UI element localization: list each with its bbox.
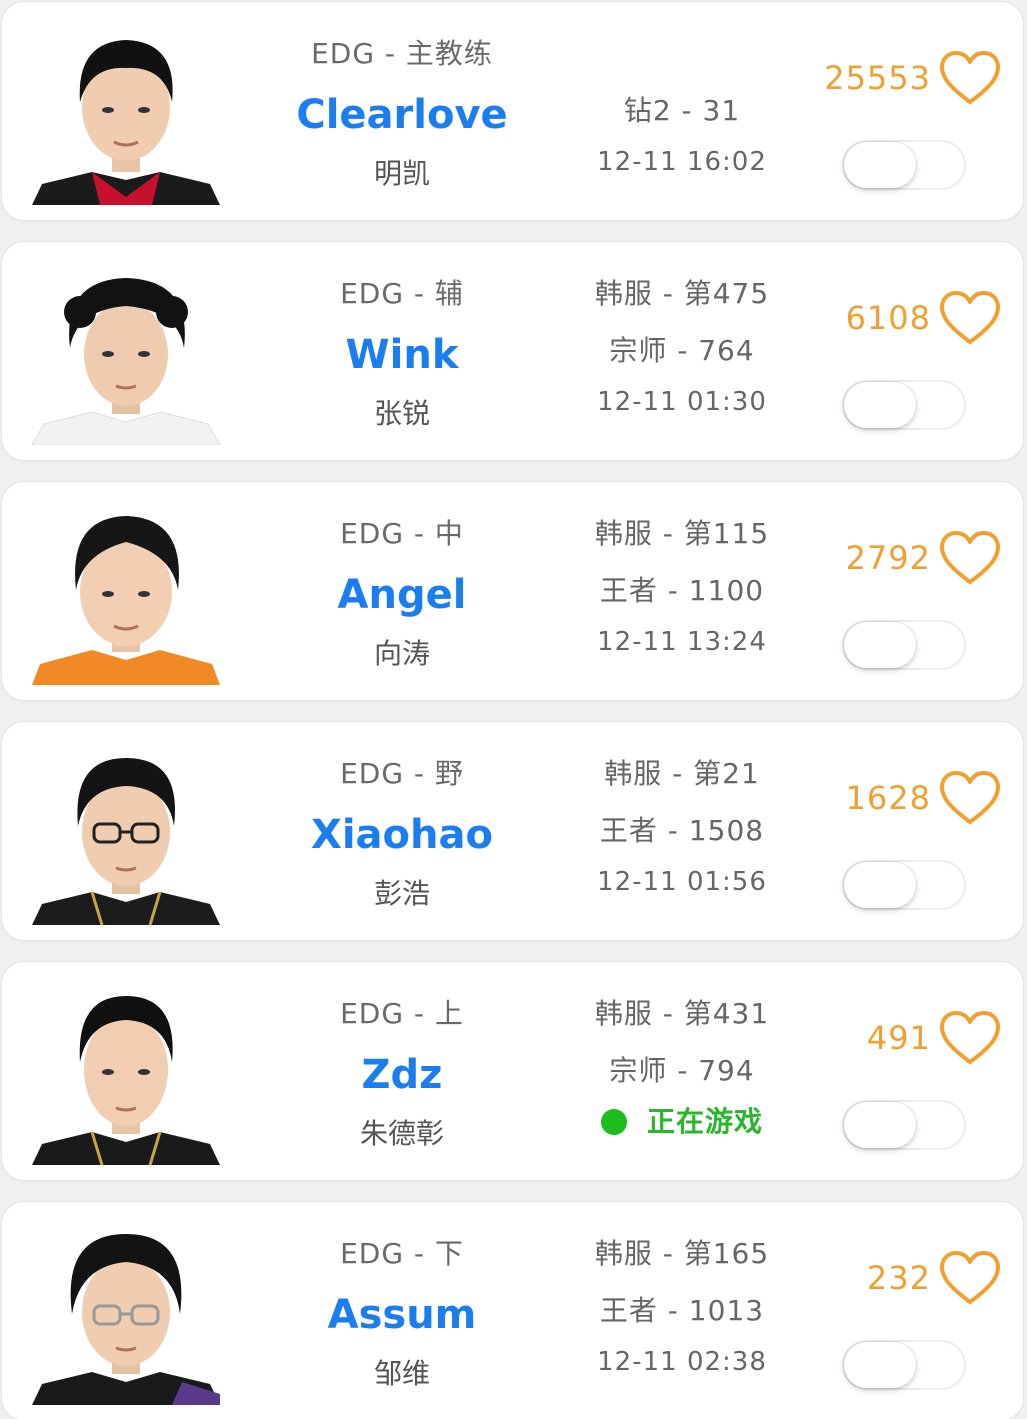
like-group[interactable]: 2792 [846,530,1001,586]
player-avatar [32,22,220,205]
player-list: EDG - 主教练 Clearlove 明凯 钻2 - 31 12-11 16:… [0,0,1027,1419]
notify-toggle[interactable] [842,1100,966,1150]
player-identity: EDG - 主教练 Clearlove 明凯 [252,2,552,220]
like-count: 2792 [845,539,931,577]
team-position: EDG - 下 [340,1237,464,1270]
rank-line: 韩服 - 第475 [594,277,770,310]
notify-toggle[interactable] [842,1340,966,1390]
like-count: 25553 [824,59,931,97]
rank-line: 王者 - 1508 [599,814,765,847]
rank-info: 韩服 - 第115 王者 - 1100 12-11 13:24 [562,482,802,700]
toggle-knob [844,1342,916,1388]
player-real-name: 向涛 [373,637,430,670]
toggle-knob [844,622,916,668]
last-seen-time: 12-11 02:38 [597,1347,767,1377]
last-seen-time: 12-11 13:24 [597,627,767,657]
rank-line: 宗师 - 794 [609,1054,755,1087]
like-group[interactable]: 6108 [846,290,1001,346]
heart-icon[interactable] [939,1250,1001,1306]
rank-line: 韩服 - 第115 [594,517,770,550]
player-nickname[interactable]: Wink [252,332,552,378]
heart-icon[interactable] [939,290,1001,346]
last-seen-time: 12-11 01:56 [597,867,767,897]
rank-line: 韩服 - 第165 [594,1237,770,1270]
rank-line: 钻2 - 31 [623,94,741,127]
live-status: 正在游戏 [562,1100,802,1140]
team-position: EDG - 中 [340,517,464,550]
like-group[interactable]: 1628 [846,770,1001,826]
rank-line: 韩服 - 第431 [594,997,770,1030]
player-nickname[interactable]: Xiaohao [252,812,552,858]
rank-info: 韩服 - 第475 宗师 - 764 12-11 01:30 [562,242,802,460]
heart-icon[interactable] [939,1010,1001,1066]
player-real-name: 明凯 [373,157,430,190]
player-card[interactable]: EDG - 野 Xiaohao 彭浩 韩服 - 第21 王者 - 1508 12… [2,722,1023,940]
player-real-name: 朱德彰 [359,1117,444,1150]
notify-toggle[interactable] [842,380,966,430]
player-real-name: 张锐 [373,397,430,430]
team-position: EDG - 野 [340,757,464,790]
live-dot-icon [600,1109,627,1135]
player-avatar [32,982,220,1165]
rank-line: 王者 - 1100 [599,574,765,607]
rank-line: 宗师 - 764 [609,334,755,367]
player-nickname[interactable]: Angel [252,572,552,618]
heart-icon[interactable] [939,50,1001,106]
like-group[interactable]: 491 [867,1010,1001,1066]
rank-info: 韩服 - 第431 宗师 - 794 正在游戏 [562,962,802,1180]
player-card[interactable]: EDG - 辅 Wink 张锐 韩服 - 第475 宗师 - 764 12-11… [2,242,1023,460]
rank-info: 韩服 - 第21 王者 - 1508 12-11 01:56 [562,722,802,940]
like-count: 491 [866,1019,931,1057]
player-identity: EDG - 下 Assum 邹维 [252,1202,552,1419]
player-card[interactable]: EDG - 中 Angel 向涛 韩服 - 第115 王者 - 1100 12-… [2,482,1023,700]
toggle-knob [844,1102,916,1148]
player-avatar [32,742,220,925]
rank-line: 王者 - 1013 [599,1294,765,1327]
rank-info: 韩服 - 第165 王者 - 1013 12-11 02:38 [562,1202,802,1419]
heart-icon[interactable] [939,530,1001,586]
player-nickname[interactable]: Zdz [252,1052,552,1098]
player-real-name: 彭浩 [373,877,430,910]
player-real-name: 邹维 [373,1357,430,1390]
team-position: EDG - 上 [340,997,464,1030]
team-position: EDG - 主教练 [311,37,493,70]
rank-line: 韩服 - 第21 [604,757,760,790]
player-identity: EDG - 辅 Wink 张锐 [252,242,552,460]
like-count: 1628 [845,779,931,817]
team-position: EDG - 辅 [340,277,464,310]
notify-toggle[interactable] [842,860,966,910]
last-seen-time: 12-11 16:02 [597,147,767,177]
heart-icon[interactable] [939,770,1001,826]
player-avatar [32,262,220,445]
player-identity: EDG - 上 Zdz 朱德彰 [252,962,552,1180]
player-nickname[interactable]: Assum [252,1292,552,1338]
toggle-knob [844,862,916,908]
last-seen-time: 12-11 01:30 [597,387,767,417]
like-count: 232 [866,1259,931,1297]
player-card[interactable]: EDG - 主教练 Clearlove 明凯 钻2 - 31 12-11 16:… [2,2,1023,220]
rank-info: 钻2 - 31 12-11 16:02 [562,2,802,220]
live-status-label: 正在游戏 [646,1105,763,1138]
player-avatar [32,1222,220,1405]
player-nickname[interactable]: Clearlove [252,92,552,138]
like-group[interactable]: 25553 [824,50,1001,106]
notify-toggle[interactable] [842,620,966,670]
like-group[interactable]: 232 [867,1250,1001,1306]
player-identity: EDG - 野 Xiaohao 彭浩 [252,722,552,940]
player-avatar [32,502,220,685]
toggle-knob [844,142,916,188]
like-count: 6108 [845,299,931,337]
toggle-knob [844,382,916,428]
player-identity: EDG - 中 Angel 向涛 [252,482,552,700]
player-card[interactable]: EDG - 下 Assum 邹维 韩服 - 第165 王者 - 1013 12-… [2,1202,1023,1419]
notify-toggle[interactable] [842,140,966,190]
player-card[interactable]: EDG - 上 Zdz 朱德彰 韩服 - 第431 宗师 - 794 正在游戏 … [2,962,1023,1180]
